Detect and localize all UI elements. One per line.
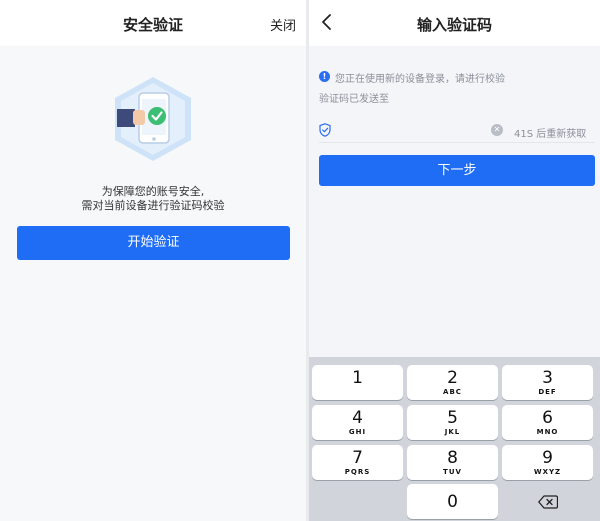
delete-key[interactable] — [502, 484, 593, 519]
key-letters: TUV — [443, 468, 462, 476]
close-button[interactable]: 关闭 — [270, 15, 296, 34]
key-0[interactable]: 0 — [407, 484, 498, 519]
key-number: 1 — [352, 368, 363, 388]
key-4[interactable]: 4 GHI — [312, 405, 403, 440]
shield-check-icon — [319, 123, 331, 137]
key-number: 5 — [447, 408, 458, 428]
security-verification-screen: 安全验证 关闭 为保障您的账号安全, 需对当前设备进行验证码校验 开始验证 — [0, 0, 306, 521]
next-step-button[interactable]: 下一步 — [319, 155, 595, 186]
resend-countdown: 41S 后重新获取 — [514, 129, 587, 140]
key-number: 3 — [542, 368, 553, 388]
key-8[interactable]: 8 TUV — [407, 445, 498, 480]
key-letters: PQRS — [344, 468, 371, 476]
key-letters: MNO — [536, 428, 559, 436]
key-number: 4 — [352, 408, 363, 428]
key-1[interactable]: 1 — [312, 365, 403, 400]
key-5[interactable]: 5 JKL — [407, 405, 498, 440]
key-letters: GHI — [348, 428, 367, 436]
key-number: 9 — [542, 448, 553, 468]
left-nav-bar: 安全验证 关闭 — [0, 0, 306, 46]
start-verification-button[interactable]: 开始验证 — [17, 226, 290, 260]
key-6[interactable]: 6 MNO — [502, 405, 593, 440]
key-number: 2 — [447, 368, 458, 388]
key-3[interactable]: 3 DEF — [502, 365, 593, 400]
page-title: 安全验证 — [122, 16, 183, 34]
key-9[interactable]: 9 WXYZ — [502, 445, 593, 480]
key-2[interactable]: 2 ABC — [407, 365, 498, 400]
enter-code-screen: 输入验证码 ! 您正在使用新的设备登录，请进行校验 验证码已发送至 ✕ 41S … — [309, 0, 600, 521]
notice-text-line2: 需对当前设备进行验证码校验 — [81, 199, 225, 212]
phone-shield-illustration-icon — [115, 77, 191, 161]
device-notice-text: 您正在使用新的设备登录，请进行校验 — [335, 74, 505, 85]
numeric-keypad: 1 2 ABC 3 DEF 4 GHI 5 JKL 6 MNO 7 PQRS 8… — [309, 357, 600, 521]
key-7[interactable]: 7 PQRS — [312, 445, 403, 480]
page-title: 输入验证码 — [416, 16, 492, 34]
key-letters: DEF — [538, 388, 557, 396]
key-letters: WXYZ — [533, 468, 562, 476]
clear-input-icon[interactable]: ✕ — [491, 124, 503, 136]
code-input-row[interactable]: ✕ 41S 后重新获取 — [319, 120, 595, 143]
key-number: 7 — [352, 448, 363, 468]
key-letters: JKL — [444, 428, 461, 436]
app-root: 安全验证 关闭 为保障您的账号安全, 需对当前设备进行验证码校验 开始验证 输入… — [0, 0, 600, 521]
code-sent-text: 验证码已发送至 — [319, 94, 389, 105]
key-number: 0 — [447, 492, 458, 512]
info-icon: ! — [319, 71, 330, 82]
key-number: 8 — [447, 448, 458, 468]
key-number: 6 — [542, 408, 553, 428]
backspace-icon — [538, 495, 558, 509]
key-letters: ABC — [443, 388, 462, 396]
right-nav-bar: 输入验证码 — [309, 0, 600, 46]
